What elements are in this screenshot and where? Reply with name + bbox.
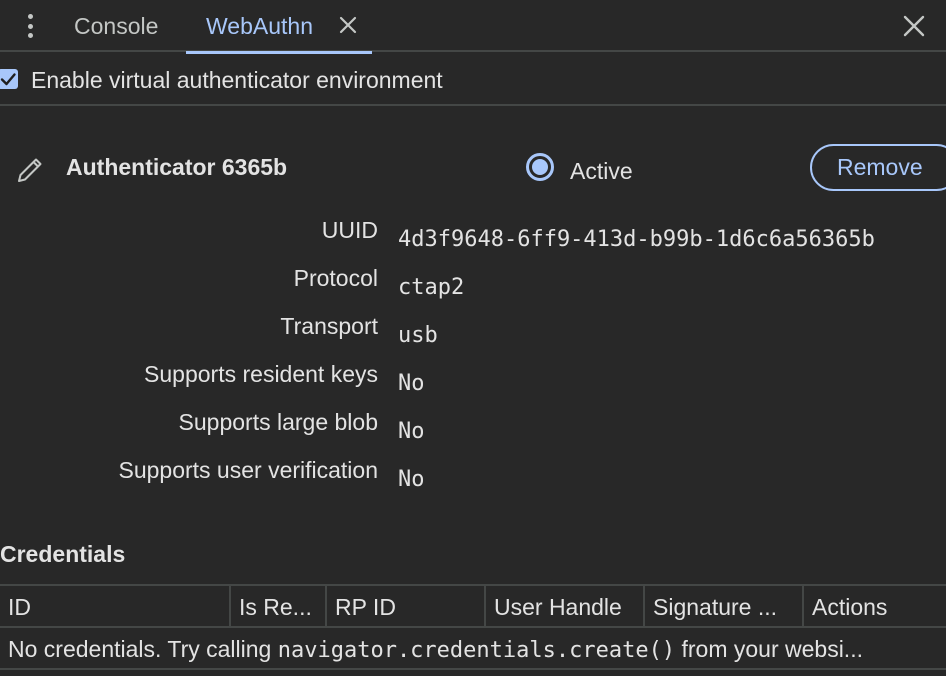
webauthn-panel: Console WebAuthn Enable virtual authenti… (0, 0, 946, 676)
close-panel-icon[interactable] (900, 12, 928, 40)
active-radio[interactable] (526, 153, 554, 181)
protocol-label: Protocol (293, 265, 378, 291)
transport-label: Transport (280, 313, 378, 339)
tab-bar: Console WebAuthn (0, 0, 946, 54)
checkmark-icon (0, 73, 16, 86)
enable-row: Enable virtual authenticator environment (0, 54, 946, 106)
column-header-id[interactable]: ID (0, 586, 229, 626)
column-header-signature[interactable]: Signature ... (643, 586, 802, 626)
empty-text-before: No credentials. Try calling (8, 636, 278, 662)
column-header-is-resident[interactable]: Is Re... (229, 586, 325, 626)
enable-checkbox[interactable] (0, 69, 18, 89)
remove-button[interactable]: Remove (810, 144, 946, 191)
tab-webauthn-label: WebAuthn (206, 13, 313, 39)
tab-console[interactable]: Console (74, 0, 158, 52)
column-header-rp-id[interactable]: RP ID (325, 586, 484, 626)
credentials-empty-message: No credentials. Try calling navigator.cr… (0, 628, 946, 670)
uuid-label: UUID (321, 217, 378, 243)
credentials-header: ID Is Re... RP ID User Handle Signature … (0, 586, 946, 628)
credentials-table: ID Is Re... RP ID User Handle Signature … (0, 584, 946, 676)
resident-keys-label: Supports resident keys (144, 361, 378, 387)
authenticator-name: Authenticator 6365b (66, 154, 288, 180)
credentials-title: Credentials (0, 541, 126, 567)
empty-text-after: from your websi... (675, 636, 863, 662)
transport-value: usb (398, 323, 438, 348)
user-verification-value: No (398, 467, 425, 492)
protocol-value: ctap2 (398, 275, 465, 300)
column-header-actions[interactable]: Actions (802, 586, 946, 626)
resident-keys-value: No (398, 371, 425, 396)
enable-label: Enable virtual authenticator environment (31, 67, 443, 93)
pencil-icon[interactable] (14, 154, 46, 186)
column-header-user-handle[interactable]: User Handle (484, 586, 643, 626)
large-blob-label: Supports large blob (178, 409, 378, 435)
kebab-menu-icon[interactable] (22, 12, 38, 40)
close-icon[interactable] (336, 13, 360, 37)
tab-webauthn[interactable]: WebAuthn (186, 0, 372, 54)
uuid-value: 4d3f9648-6ff9-413d-b99b-1d6c6a56365b (398, 227, 875, 252)
active-label: Active (570, 158, 633, 184)
large-blob-value: No (398, 419, 425, 444)
user-verification-label: Supports user verification (118, 457, 378, 483)
empty-text-code: navigator.credentials.create() (277, 638, 676, 663)
